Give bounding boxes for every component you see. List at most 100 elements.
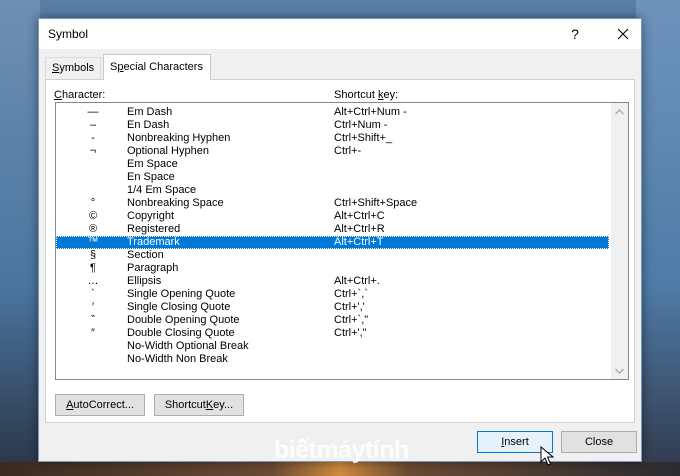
character-column-header: Character:: [54, 89, 105, 101]
vertical-scrollbar[interactable]: [611, 103, 628, 379]
desktop-wallpaper-left: [0, 0, 40, 476]
character-name: Double Closing Quote: [127, 327, 235, 339]
shortcut-key: Alt+Ctrl+R: [334, 223, 385, 235]
shortcut-key: Ctrl+',": [334, 327, 367, 339]
list-item[interactable]: … Ellipsis Alt+Ctrl+.: [56, 275, 609, 288]
special-characters-list[interactable]: — Em Dash Alt+Ctrl+Num - – En Dash Ctrl+Num -…: [55, 102, 629, 380]
shortcut-key-label-start: Shortcut: [164, 399, 206, 411]
character-name: En Space: [127, 171, 175, 183]
character-symbol: —: [87, 106, 99, 118]
shortcut-key: Ctrl+Num -: [334, 119, 388, 131]
list-item[interactable]: No-Width Non Break: [56, 353, 609, 366]
character-name: Optional Hyphen: [127, 145, 209, 157]
list-item[interactable]: ¶ Paragraph: [56, 262, 609, 275]
close-icon: [617, 28, 629, 40]
character-symbol: ©: [88, 210, 98, 222]
character-name: En Dash: [127, 119, 170, 131]
list-item[interactable]: ′ Single Closing Quote Ctrl+',': [56, 301, 609, 314]
shortcut-key: Ctrl+-: [334, 145, 362, 157]
tab-special-characters[interactable]: Special Characters: [103, 54, 211, 80]
shortcut-header-label-start: Shortcut: [334, 89, 379, 101]
shortcut-key: Ctrl+Shift+Space: [334, 197, 418, 209]
character-symbol: §: [89, 249, 97, 261]
character-symbol: –: [89, 119, 97, 131]
character-name: Em Dash: [127, 106, 173, 118]
character-header-accesskey: C: [54, 89, 62, 101]
list-item[interactable]: § Section: [56, 249, 609, 262]
title-bar: Symbol ?: [39, 19, 641, 49]
character-name: Em Space: [127, 158, 178, 170]
list-item[interactable]: — Em Dash Alt+Ctrl+Num -: [56, 106, 609, 119]
list-item[interactable]: En Space: [56, 171, 609, 184]
character-name: No-Width Optional Break: [127, 340, 249, 352]
character-symbol: ‶: [90, 314, 96, 326]
shortcut-key-button[interactable]: Shortcut Key...: [154, 394, 244, 416]
shortcut-key: Alt+Ctrl+C: [334, 210, 385, 222]
character-name: Nonbreaking Space: [127, 197, 224, 209]
character-symbol: ™: [87, 236, 99, 248]
list-item[interactable]: 1/4 Em Space: [56, 184, 609, 197]
list-item[interactable]: - Nonbreaking Hyphen Ctrl+Shift+_: [56, 132, 609, 145]
autocorrect-button[interactable]: AutoCorrect...: [55, 394, 145, 416]
list-item[interactable]: ™ Trademark Alt+Ctrl+T: [56, 236, 609, 249]
character-symbol: ®: [88, 223, 98, 235]
tab-symbols-label: ymbols: [59, 62, 95, 74]
list-item[interactable]: © Copyright Alt+Ctrl+C: [56, 210, 609, 223]
character-symbol: …: [87, 275, 99, 287]
character-name: Paragraph: [127, 262, 179, 274]
shortcut-key: Alt+Ctrl+.: [334, 275, 380, 287]
character-symbol: °: [90, 197, 96, 209]
symbol-dialog: Symbol ? Symbols Special Characters Char…: [38, 18, 642, 462]
dialog-title: Symbol: [48, 27, 89, 41]
autocorrect-label: utoCorrect...: [73, 399, 134, 411]
character-symbol: ″: [91, 327, 95, 339]
character-name: Trademark: [127, 236, 180, 248]
autocorrect-accesskey: A: [66, 399, 74, 411]
scroll-down-button[interactable]: [611, 362, 628, 379]
character-name: 1/4 Em Space: [127, 184, 197, 196]
scroll-up-button[interactable]: [611, 103, 628, 120]
help-button[interactable]: ?: [559, 19, 591, 49]
shortcut-key-accesskey: K: [205, 399, 214, 411]
shortcut-key: Alt+Ctrl+T: [334, 236, 384, 248]
character-name: Single Opening Quote: [127, 288, 236, 300]
character-symbol: ′: [91, 301, 95, 313]
special-characters-page: Character: Shortcut key: — Em Dash Alt+Ctr…: [45, 79, 635, 423]
list-item[interactable]: ® Registered Alt+Ctrl+R: [56, 223, 609, 236]
desktop-wallpaper-right: [636, 0, 680, 476]
list-item[interactable]: ″ Double Closing Quote Ctrl+',": [56, 327, 609, 340]
character-symbol: `: [91, 288, 95, 300]
shortcut-key: Ctrl+`,": [334, 314, 369, 326]
shortcut-key-label: ey...: [213, 399, 234, 411]
character-symbol: ¶: [90, 262, 96, 274]
list-item[interactable]: ° Nonbreaking Space Ctrl+Shift+Space: [56, 197, 609, 210]
shortcut-key: Ctrl+',': [334, 301, 365, 313]
shortcut-column-header: Shortcut key:: [334, 89, 398, 101]
character-name: Double Opening Quote: [127, 314, 240, 326]
character-name: Single Closing Quote: [127, 301, 231, 313]
shortcut-key: Ctrl+Shift+_: [334, 132, 393, 144]
character-symbol: -: [91, 132, 95, 144]
list-item[interactable]: No-Width Optional Break: [56, 340, 609, 353]
tab-symbols[interactable]: Symbols: [45, 57, 101, 79]
character-name: Registered: [127, 223, 181, 235]
character-name: Section: [127, 249, 164, 261]
tab-special-label: ecial Characters: [123, 61, 203, 73]
list-item[interactable]: ` Single Opening Quote Ctrl+`,`: [56, 288, 609, 301]
list-item[interactable]: Em Space: [56, 158, 609, 171]
insert-label: nsert: [504, 436, 529, 448]
character-name: Ellipsis: [127, 275, 162, 287]
character-name: No-Width Non Break: [127, 353, 228, 365]
character-symbol: ¬: [89, 145, 97, 157]
list-item[interactable]: ‶ Double Opening Quote Ctrl+`,": [56, 314, 609, 327]
list-item[interactable]: ¬ Optional Hyphen Ctrl+-: [56, 145, 609, 158]
close-window-button[interactable]: [605, 19, 641, 49]
shortcut-key: Ctrl+`,`: [334, 288, 368, 300]
list-item[interactable]: – En Dash Ctrl+Num -: [56, 119, 609, 132]
close-button[interactable]: Close: [561, 431, 637, 453]
mouse-cursor-icon: [540, 446, 554, 466]
scroll-down-icon: [615, 368, 624, 374]
character-header-label: haracter:: [61, 89, 106, 101]
scrollbar-track[interactable]: [613, 120, 626, 362]
character-name: Copyright: [127, 210, 175, 222]
